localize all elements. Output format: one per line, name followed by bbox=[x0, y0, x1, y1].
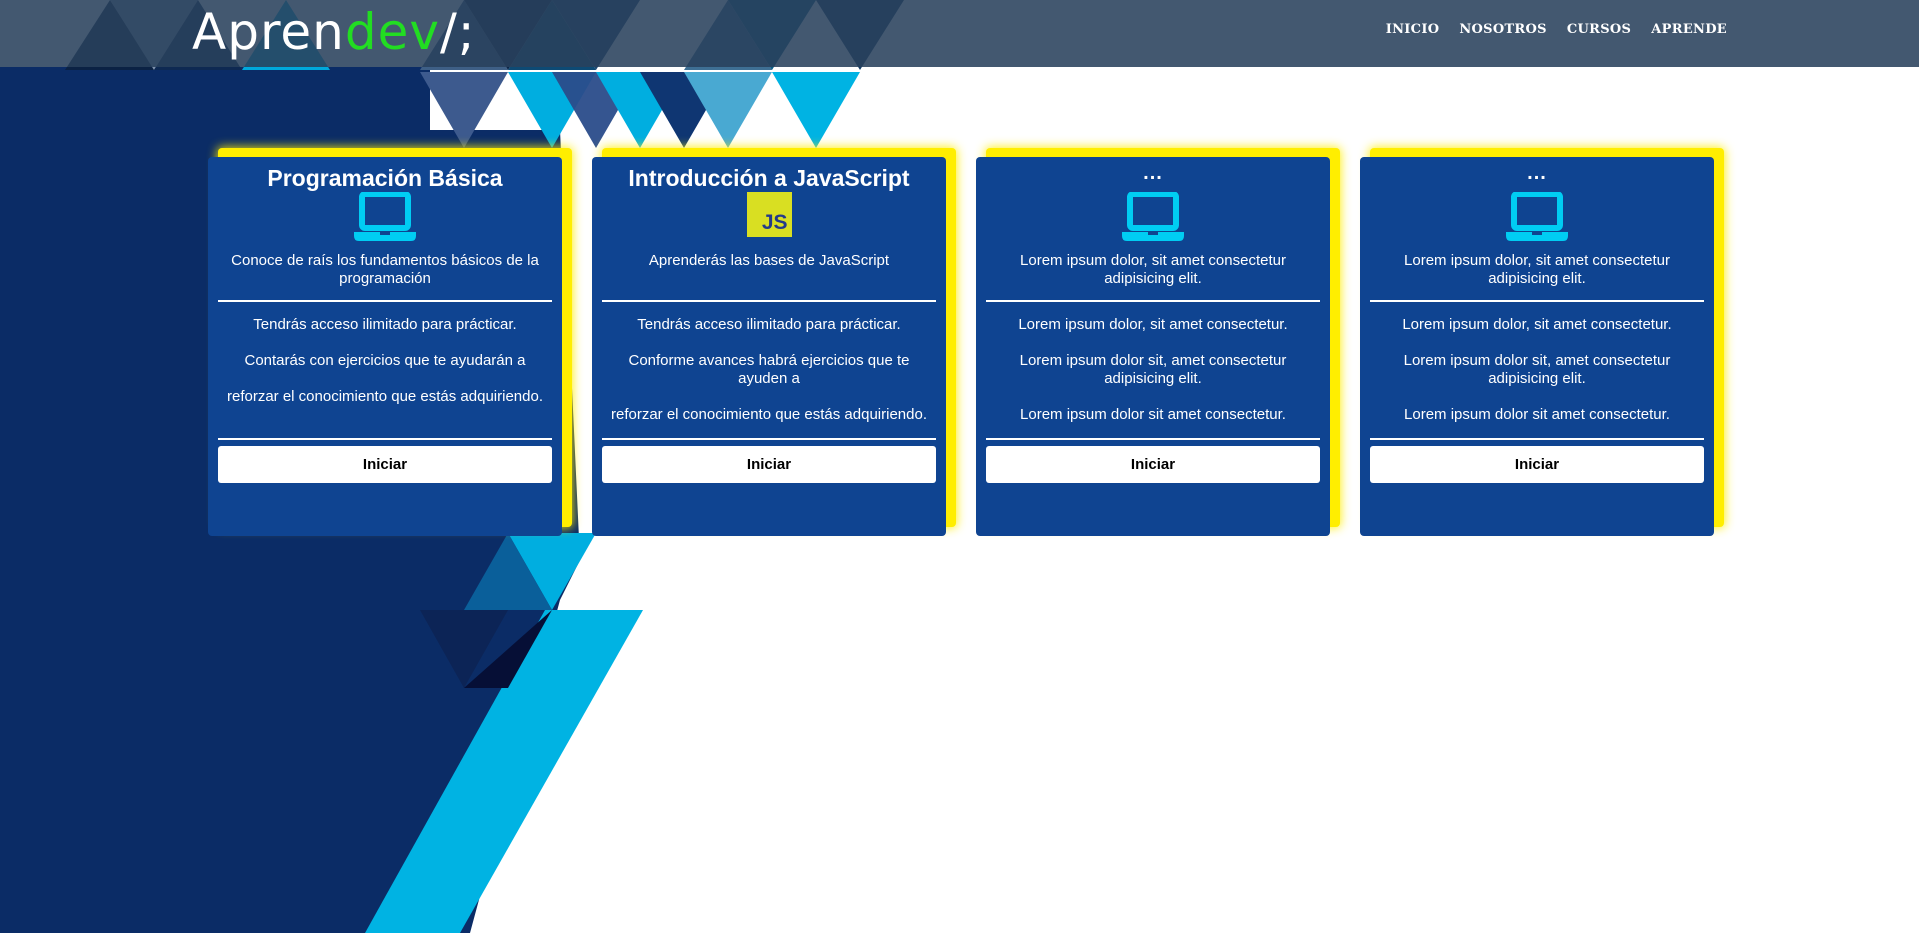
feature-item: Conforme avances habrá ejercicios que te… bbox=[628, 352, 910, 387]
nav-link-inicio[interactable]: INICIO bbox=[1386, 22, 1440, 37]
card-title: ... bbox=[1527, 162, 1547, 184]
divider bbox=[218, 438, 552, 440]
feature-item: Contarás con ejercicios que te ayudarán … bbox=[244, 352, 526, 369]
divider bbox=[1370, 438, 1704, 440]
main-nav: INICIO NOSOTROS CURSOS APRENDE bbox=[1386, 22, 1727, 37]
iniciar-button[interactable]: Iniciar bbox=[986, 446, 1320, 483]
feature-item: Lorem ipsum dolor sit, amet consectetur … bbox=[1019, 352, 1287, 387]
course-card-placeholder-1: ... Lorem ipsum dolor, sit amet consecte… bbox=[976, 157, 1330, 536]
card-description: Lorem ipsum dolor, sit amet consectetur … bbox=[1404, 252, 1670, 287]
card-features: Lorem ipsum dolor, sit amet consectetur.… bbox=[986, 302, 1320, 438]
feature-item: Lorem ipsum dolor sit amet consectetur. bbox=[1404, 406, 1670, 423]
logo-text: Apren bbox=[192, 3, 345, 61]
laptop-icon bbox=[1370, 192, 1704, 242]
course-cards: Programación Básica Conoce de raís los f… bbox=[208, 157, 1714, 536]
card-title: Programación Básica bbox=[267, 165, 503, 191]
iniciar-button[interactable]: Iniciar bbox=[218, 446, 552, 483]
site-logo[interactable]: Aprendev/; bbox=[192, 2, 476, 62]
card-features: Tendrás acceso ilimitado para prácticar.… bbox=[602, 302, 936, 438]
course-card-javascript: Introducción a JavaScript JS Aprenderás … bbox=[592, 157, 946, 536]
feature-item: Lorem ipsum dolor, sit amet consectetur. bbox=[1018, 316, 1288, 333]
iniciar-button[interactable]: Iniciar bbox=[602, 446, 936, 483]
feature-item: reforzar el conocimiento que estás adqui… bbox=[610, 406, 928, 423]
nav-link-aprende[interactable]: APRENDE bbox=[1651, 22, 1727, 37]
card-description: Conoce de raís los fundamentos básicos d… bbox=[231, 252, 539, 287]
card-features: Lorem ipsum dolor, sit amet consectetur.… bbox=[1370, 302, 1704, 438]
course-card-programacion-basica: Programación Básica Conoce de raís los f… bbox=[208, 157, 562, 536]
card-title: ... bbox=[1143, 162, 1163, 184]
card-features: Tendrás acceso ilimitado para prácticar.… bbox=[218, 302, 552, 438]
laptop-icon bbox=[986, 192, 1320, 242]
javascript-icon: JS bbox=[746, 192, 792, 237]
feature-item: Lorem ipsum dolor, sit amet consectetur. bbox=[1402, 316, 1672, 333]
feature-item: Lorem ipsum dolor sit, amet consectetur … bbox=[1403, 352, 1671, 387]
iniciar-button[interactable]: Iniciar bbox=[1370, 446, 1704, 483]
feature-item: reforzar el conocimiento que estás adqui… bbox=[226, 388, 544, 405]
course-card-placeholder-2: ... Lorem ipsum dolor, sit amet consecte… bbox=[1360, 157, 1714, 536]
laptop-icon bbox=[218, 192, 552, 242]
card-title: Introducción a JavaScript bbox=[628, 165, 910, 191]
feature-item: Tendrás acceso ilimitado para prácticar. bbox=[637, 316, 901, 333]
logo-suffix: /; bbox=[439, 3, 476, 61]
nav-link-nosotros[interactable]: NOSOTROS bbox=[1459, 22, 1547, 37]
nav-link-cursos[interactable]: CURSOS bbox=[1567, 22, 1631, 37]
logo-accent: dev bbox=[344, 3, 440, 61]
card-description: Aprenderás las bases de JavaScript bbox=[648, 252, 890, 269]
divider bbox=[986, 438, 1320, 440]
feature-item: Tendrás acceso ilimitado para prácticar. bbox=[253, 316, 517, 333]
feature-item: Lorem ipsum dolor sit amet consectetur. bbox=[1020, 406, 1286, 423]
divider bbox=[602, 438, 936, 440]
card-description: Lorem ipsum dolor, sit amet consectetur … bbox=[1020, 252, 1286, 287]
